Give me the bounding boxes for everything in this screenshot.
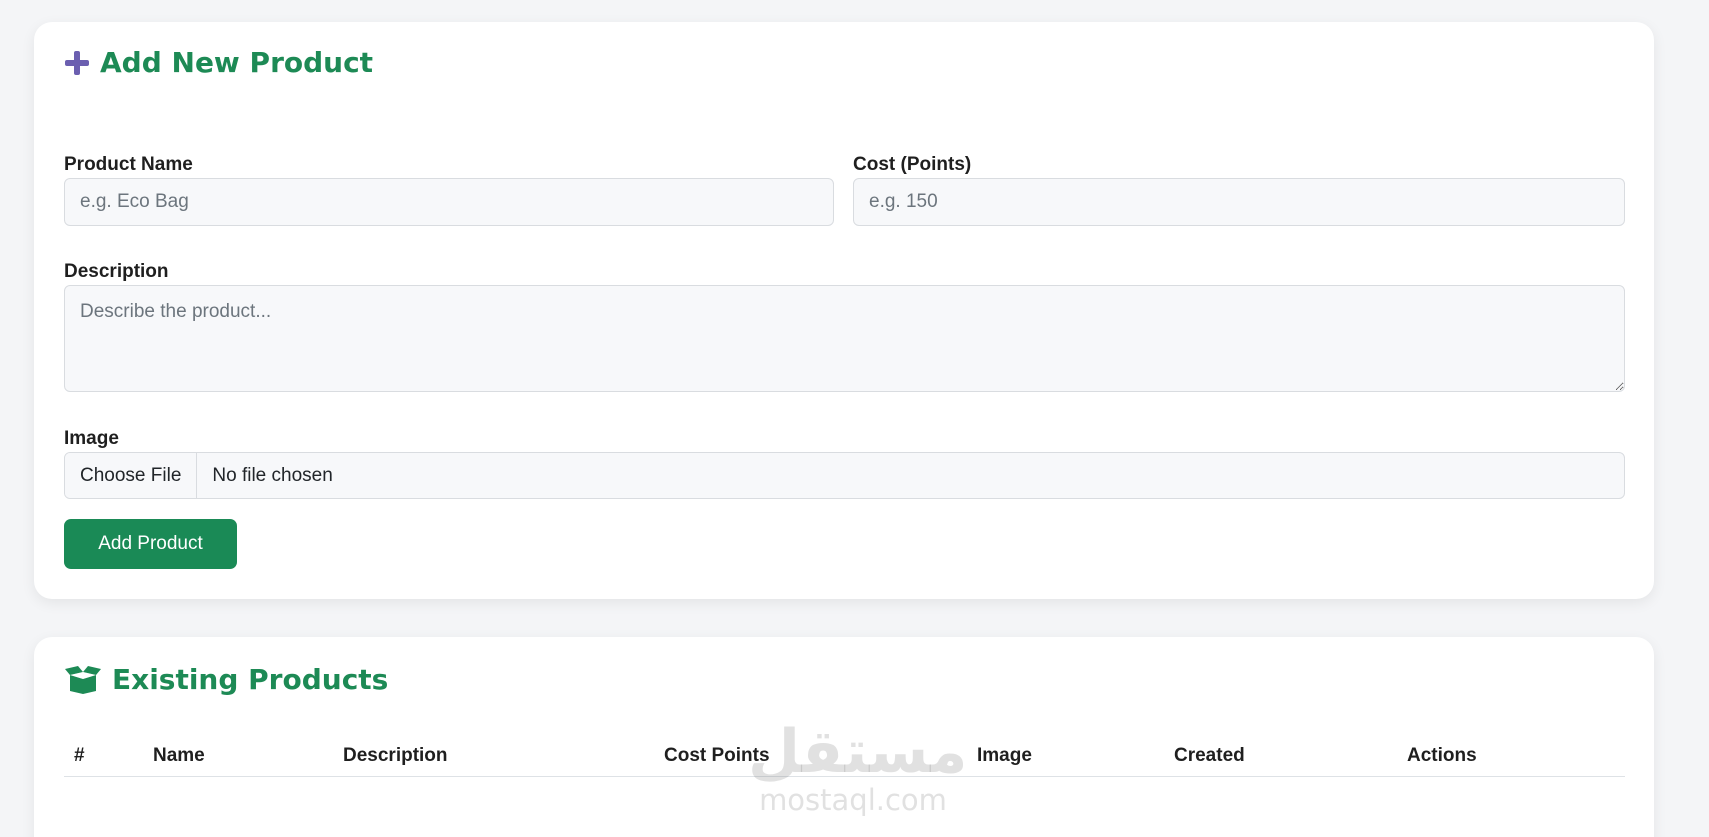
product-name-input[interactable]: [64, 178, 834, 226]
column-header-description: Description: [343, 745, 448, 766]
plus-icon: [64, 50, 90, 76]
product-name-label: Product Name: [64, 154, 193, 175]
column-header-actions: Actions: [1407, 745, 1477, 766]
existing-products-heading: Existing Products: [64, 663, 388, 696]
products-table-header: # Name Description Cost Points Image Cre…: [64, 737, 1625, 777]
image-file-input[interactable]: Choose File No file chosen: [64, 452, 1625, 499]
column-header-number: #: [74, 745, 85, 766]
cost-label: Cost (Points): [853, 154, 972, 175]
description-label: Description: [64, 261, 169, 282]
image-label: Image: [64, 428, 119, 449]
add-product-button[interactable]: Add Product: [64, 519, 237, 569]
choose-file-button[interactable]: Choose File: [65, 453, 198, 498]
description-textarea[interactable]: [64, 285, 1625, 392]
box-open-icon: [64, 665, 102, 694]
add-product-card: Add New Product Product Name Cost (Point…: [34, 22, 1654, 599]
existing-products-card: Existing Products # Name Description Cos…: [34, 637, 1654, 837]
add-product-title: Add New Product: [100, 46, 374, 79]
add-product-heading: Add New Product: [64, 46, 373, 79]
column-header-image: Image: [977, 745, 1032, 766]
column-header-created: Created: [1174, 745, 1245, 766]
existing-products-title: Existing Products: [112, 663, 389, 696]
file-status-text: No file chosen: [212, 464, 333, 486]
column-header-cost-points: Cost Points: [664, 745, 770, 766]
cost-input[interactable]: [853, 178, 1625, 226]
column-header-name: Name: [153, 745, 205, 766]
page: Add New Product Product Name Cost (Point…: [0, 0, 1709, 837]
